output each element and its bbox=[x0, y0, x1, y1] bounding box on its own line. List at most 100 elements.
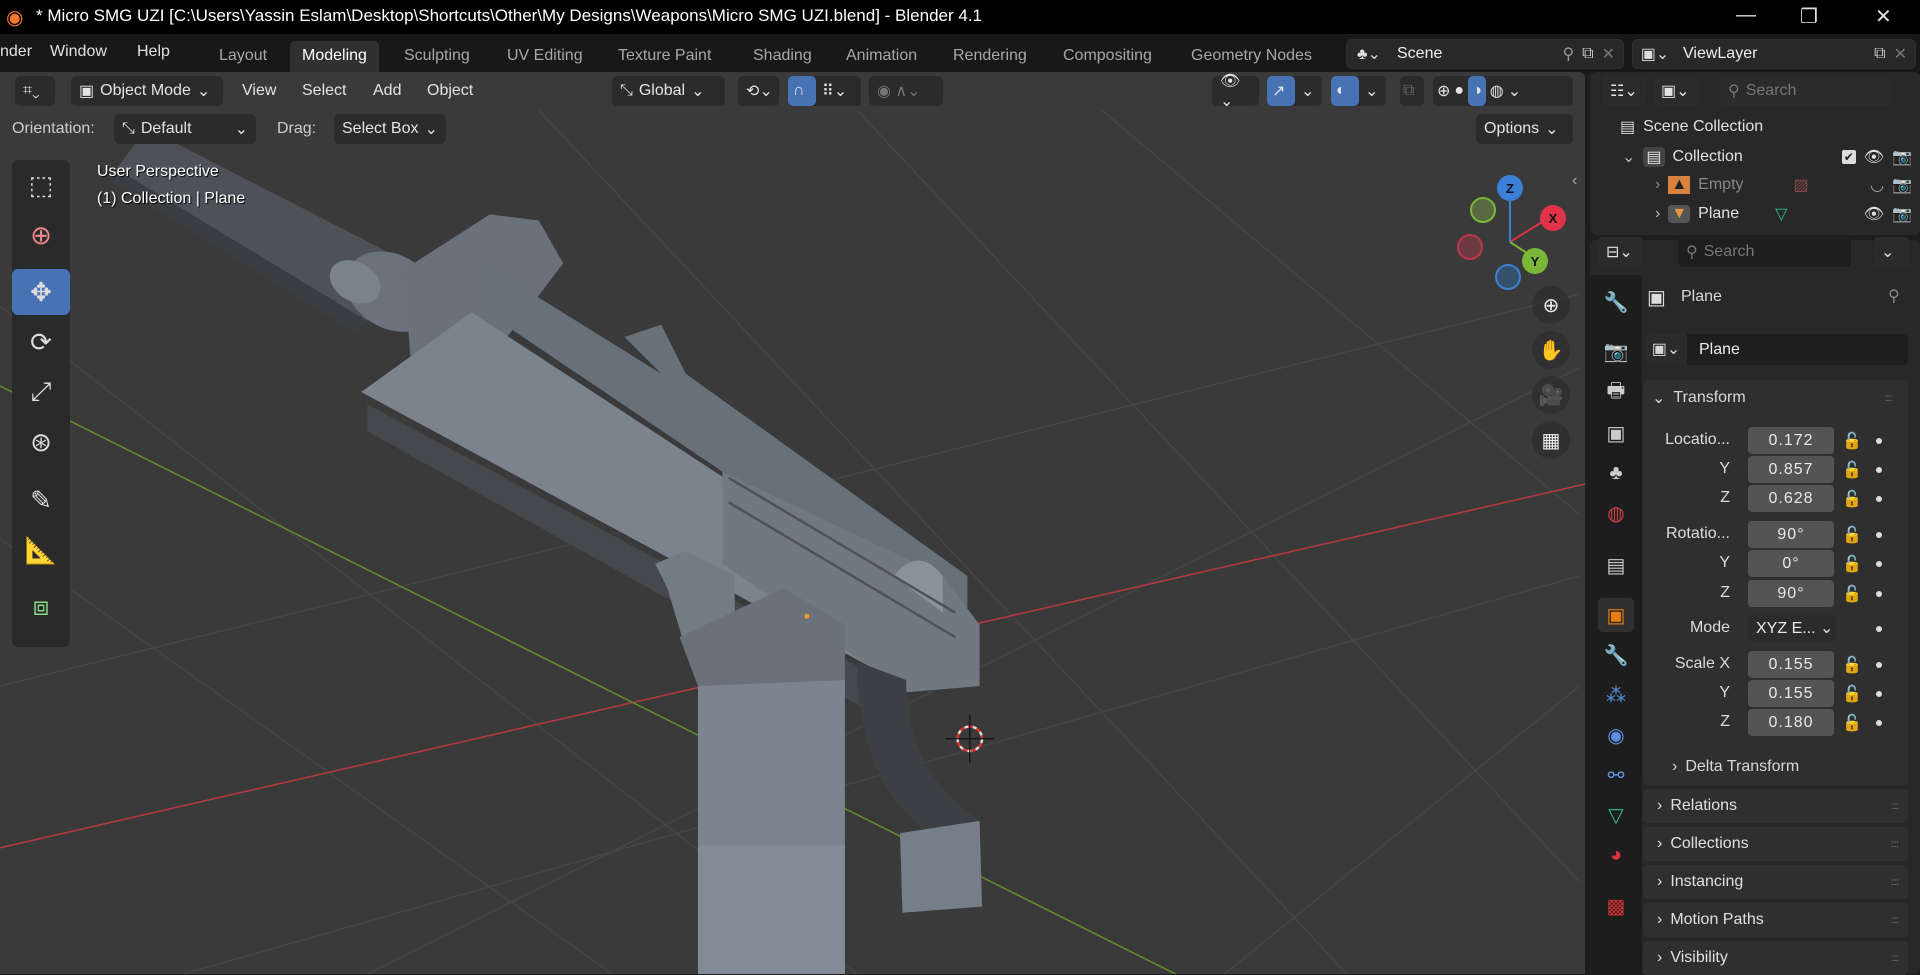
menu-select[interactable]: Select bbox=[302, 82, 346, 100]
xray-toggle[interactable]: ⧉ bbox=[1400, 76, 1424, 106]
annotate-tool[interactable]: ✎ bbox=[12, 477, 70, 523]
eye-icon[interactable]: 👁 bbox=[1864, 147, 1884, 167]
gizmo-x[interactable]: X bbox=[1540, 205, 1566, 231]
pan-button[interactable]: ✋ bbox=[1532, 331, 1570, 369]
transform-panel-header[interactable]: ⌄ Transform:::: bbox=[1652, 388, 1902, 408]
rotate-tool[interactable]: ⟳ bbox=[12, 319, 70, 365]
chevron-right-icon[interactable]: › bbox=[1655, 205, 1660, 223]
navigation-gizmo[interactable]: Z X Y bbox=[1455, 167, 1575, 290]
motion-paths-panel[interactable]: › Motion Paths:::: bbox=[1643, 903, 1908, 937]
rotation-y-field[interactable]: 0° bbox=[1748, 550, 1834, 577]
material-preview-icon[interactable]: ◑ bbox=[1468, 76, 1486, 106]
tab-compositing[interactable]: Compositing bbox=[1063, 47, 1152, 65]
delete-scene-icon[interactable]: ✕ bbox=[1602, 44, 1615, 64]
gizmo-z[interactable]: Z bbox=[1497, 175, 1523, 201]
camera-icon[interactable]: 📷 bbox=[1892, 175, 1912, 195]
proportional-edit-button[interactable]: ◉ ∧⌄ bbox=[869, 76, 943, 106]
scene-selector[interactable]: ♣⌄ Scene ⚲ ⧉ ✕ bbox=[1346, 39, 1624, 69]
properties-search[interactable]: ⚲ Search bbox=[1678, 237, 1851, 267]
view-layer-selector[interactable]: ▣⌄ ViewLayer ⧉ ✕ bbox=[1632, 39, 1916, 69]
chevron-down-icon[interactable]: ⌄ bbox=[1622, 147, 1635, 167]
sidebar-toggle-icon[interactable]: ‹ bbox=[1572, 172, 1577, 190]
lock-icon[interactable]: 🔓 bbox=[1842, 584, 1862, 604]
eye-closed-icon[interactable]: ◡ bbox=[1870, 175, 1884, 195]
location-x-field[interactable]: 0.172 bbox=[1748, 427, 1834, 454]
editor-type-button[interactable]: ⌗⌄ bbox=[15, 76, 55, 106]
menu-render[interactable]: nder bbox=[0, 43, 32, 61]
new-view-layer-icon[interactable]: ⧉ bbox=[1874, 45, 1885, 63]
orientation-dropdown[interactable]: ⤡ Default ⌄ bbox=[114, 114, 256, 144]
shading-modes[interactable]: ⊕ ● ◑ ◍ ⌄ bbox=[1433, 76, 1573, 106]
rotation-mode-dropdown[interactable]: XYZ E... ⌄ bbox=[1748, 615, 1836, 642]
checkbox-checked-icon[interactable]: ✔ bbox=[1841, 150, 1856, 164]
new-scene-icon[interactable]: ⧉ bbox=[1582, 45, 1593, 63]
menu-object[interactable]: Object bbox=[427, 82, 473, 100]
minimize-button[interactable]: — bbox=[1736, 4, 1756, 27]
outliner-item-plane[interactable]: › ▼ Plane ▽ 👁 📷 bbox=[1655, 201, 1912, 227]
scale-z-field[interactable]: 0.180 bbox=[1748, 709, 1834, 736]
camera-view-button[interactable]: 🎥 bbox=[1532, 376, 1570, 414]
rendered-shading-icon[interactable]: ◍ bbox=[1490, 81, 1504, 101]
transform-tool[interactable]: ⊛ bbox=[12, 419, 70, 465]
zoom-button[interactable]: ⊕ bbox=[1532, 286, 1570, 324]
drag-handle-icon[interactable]: :::: bbox=[1891, 801, 1899, 812]
tab-rendering[interactable]: Rendering bbox=[953, 47, 1027, 65]
transform-orientation-selector[interactable]: ⤡ Global ⌄ bbox=[612, 76, 725, 106]
overlays-icon[interactable]: ◐ bbox=[1331, 76, 1359, 106]
keyframe-dot-icon[interactable] bbox=[1876, 662, 1882, 668]
scale-y-field[interactable]: 0.155 bbox=[1748, 680, 1834, 707]
perspective-toggle-button[interactable]: ▦ bbox=[1532, 421, 1570, 459]
scale-x-field[interactable]: 0.155 bbox=[1748, 651, 1834, 678]
overlays-toggle[interactable]: ◐ ⌄ bbox=[1331, 76, 1386, 106]
keyframe-dot-icon[interactable] bbox=[1876, 467, 1882, 473]
menu-view[interactable]: View bbox=[242, 82, 276, 100]
tab-constraints[interactable]: ⚯ bbox=[1598, 758, 1634, 792]
delete-view-layer-icon[interactable]: ✕ bbox=[1894, 44, 1907, 64]
keyframe-dot-icon[interactable] bbox=[1876, 496, 1882, 502]
keyframe-dot-icon[interactable] bbox=[1876, 720, 1882, 726]
tab-tool[interactable]: 🔧 bbox=[1598, 285, 1634, 319]
relations-panel[interactable]: › Relations:::: bbox=[1643, 789, 1908, 823]
object-datablock-field[interactable]: ▣⌄ Plane bbox=[1645, 334, 1908, 365]
gizmo-toggle[interactable]: ↗ ⌄ bbox=[1267, 76, 1322, 106]
keyframe-dot-icon[interactable] bbox=[1876, 691, 1882, 697]
instancing-panel[interactable]: › Instancing:::: bbox=[1643, 865, 1908, 899]
camera-icon[interactable]: 📷 bbox=[1892, 147, 1912, 167]
move-tool[interactable]: ✥ bbox=[12, 269, 70, 315]
keyframe-dot-icon[interactable] bbox=[1876, 532, 1882, 538]
tab-sculpting[interactable]: Sculpting bbox=[404, 47, 470, 65]
drag-handle-icon[interactable]: :::: bbox=[1885, 393, 1893, 404]
tab-uv-editing[interactable]: UV Editing bbox=[507, 47, 583, 65]
view-layer-name[interactable]: ViewLayer bbox=[1683, 45, 1757, 63]
maximize-button[interactable]: ❐ bbox=[1800, 4, 1818, 29]
tab-layout[interactable]: Layout bbox=[219, 47, 267, 65]
keyframe-dot-icon[interactable] bbox=[1876, 591, 1882, 597]
snap-button[interactable]: ∩ ⠿⌄ bbox=[788, 76, 861, 106]
solid-shading-icon[interactable]: ● bbox=[1454, 82, 1464, 100]
lock-icon[interactable]: 🔓 bbox=[1842, 460, 1862, 480]
drag-dropdown[interactable]: Select Box ⌄ bbox=[334, 114, 446, 144]
outliner-search[interactable]: ⚲ Search bbox=[1720, 76, 1892, 106]
lock-icon[interactable]: 🔓 bbox=[1842, 554, 1862, 574]
gizmo-neg-y[interactable] bbox=[1470, 197, 1496, 223]
drag-handle-icon[interactable]: :::: bbox=[1891, 877, 1899, 888]
keyframe-dot-icon[interactable] bbox=[1876, 626, 1882, 632]
gizmo-neg-z[interactable] bbox=[1495, 264, 1521, 290]
tab-shading[interactable]: Shading bbox=[753, 47, 812, 65]
location-y-field[interactable]: 0.857 bbox=[1748, 456, 1834, 483]
tab-texture-paint[interactable]: Texture Paint bbox=[618, 47, 711, 65]
tab-texture[interactable]: ▩ bbox=[1598, 889, 1634, 923]
collections-panel[interactable]: › Collections:::: bbox=[1643, 827, 1908, 861]
gizmo-neg-x[interactable] bbox=[1457, 234, 1483, 260]
magnet-icon[interactable]: ∩ bbox=[788, 76, 816, 106]
pin-icon[interactable]: ⚲ bbox=[1562, 44, 1574, 64]
tab-output[interactable]: 🖶 bbox=[1598, 376, 1634, 410]
tab-render[interactable]: 📷 bbox=[1598, 334, 1634, 368]
camera-icon[interactable]: 📷 bbox=[1892, 204, 1912, 224]
tab-modeling[interactable]: Modeling bbox=[290, 41, 379, 75]
outliner-editor-type[interactable]: ☷⌄ bbox=[1602, 76, 1647, 106]
tab-geometry-nodes[interactable]: Geometry Nodes bbox=[1191, 47, 1312, 65]
mode-selector[interactable]: ▣ Object Mode ⌄ bbox=[71, 76, 223, 106]
select-box-tool[interactable]: ⬚ bbox=[12, 162, 70, 208]
location-z-field[interactable]: 0.628 bbox=[1748, 485, 1834, 512]
